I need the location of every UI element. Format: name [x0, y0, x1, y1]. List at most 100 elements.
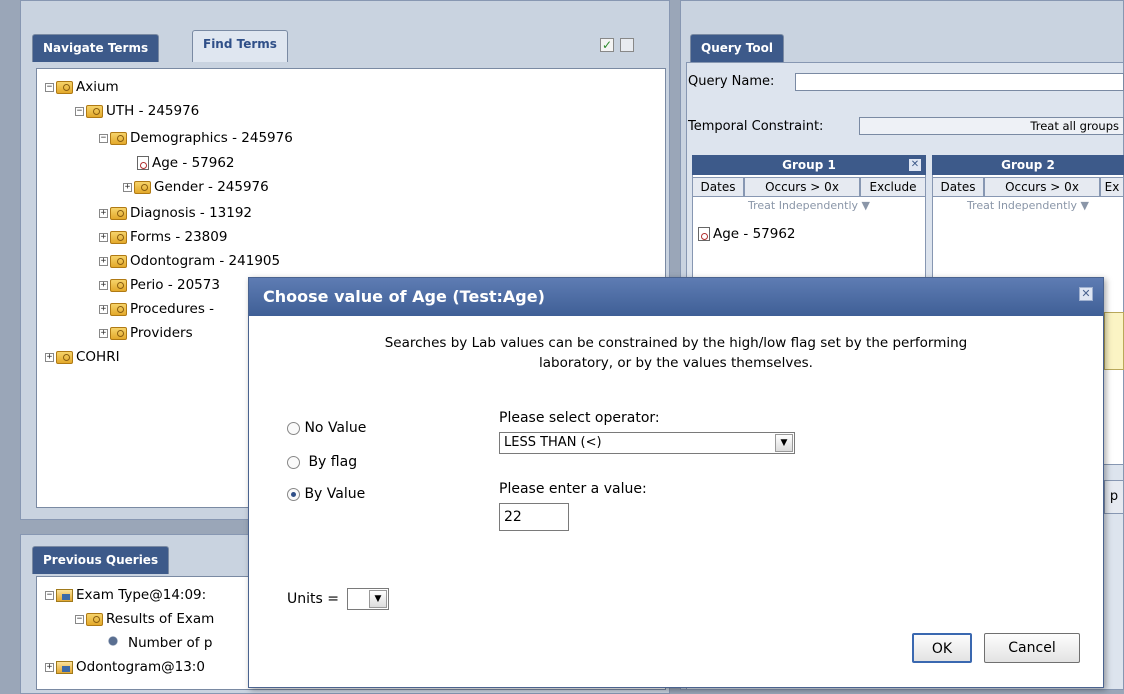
query-icon	[56, 588, 73, 602]
tree-item-axium[interactable]: − Axium	[45, 77, 119, 97]
tree-item-label: Forms - 23809	[130, 229, 228, 245]
group-1-treat-dropdown[interactable]: Treat Independently ▼	[692, 199, 926, 213]
expand-icon[interactable]: +	[99, 208, 108, 218]
choose-value-dialog: Choose value of Age (Test:Age) ✕ Searche…	[248, 277, 1104, 688]
operator-label: Please select operator:	[499, 410, 660, 426]
collapse-icon[interactable]: −	[99, 133, 108, 143]
group-1-dates-button[interactable]: Dates	[692, 177, 744, 197]
group-1-exclude-button[interactable]: Exclude	[860, 177, 926, 197]
chevron-down-icon[interactable]: ▼	[775, 434, 793, 452]
option-by-value-label: By Value	[304, 486, 366, 502]
tab-query-tool[interactable]: Query Tool	[690, 34, 784, 62]
tree-item-label: COHRI	[76, 349, 120, 365]
tree-item-label: UTH - 245976	[106, 103, 200, 119]
expand-icon[interactable]: +	[99, 232, 108, 242]
tree-item-cohri[interactable]: + COHRI	[45, 347, 120, 367]
option-no-value-label: No Value	[304, 420, 367, 436]
query-item-label: Odontogram@13:0	[76, 659, 205, 675]
group-1-title: Group 1	[692, 155, 926, 175]
units-label: Units =	[287, 591, 339, 607]
expand-icon[interactable]: +	[99, 256, 108, 266]
collapse-icon[interactable]: −	[75, 106, 84, 116]
operator-select[interactable]: LESS THAN (<) ▼	[499, 432, 795, 454]
tree-item-label: Procedures -	[130, 301, 215, 317]
query-item-odontogram[interactable]: + Odontogram@13:0	[45, 657, 205, 677]
option-by-flag[interactable]: By flag	[287, 454, 357, 470]
tree-item-demographics[interactable]: − Demographics - 245976	[99, 128, 293, 148]
query-name-label: Query Name:	[688, 74, 775, 89]
collapse-icon[interactable]: −	[45, 590, 54, 600]
query-item-results[interactable]: − Results of Exam	[75, 609, 214, 629]
description-line-1: Searches by Lab values can be constraine…	[384, 335, 968, 351]
radio-by-value[interactable]	[287, 487, 300, 501]
collapse-icon[interactable]: −	[45, 82, 54, 92]
dialog-title: Choose value of Age (Test:Age)	[249, 278, 1103, 316]
expand-icon[interactable]: +	[99, 280, 108, 290]
tab-find-terms[interactable]: Find Terms	[192, 30, 288, 62]
dialog-description: Searches by Lab values can be constraine…	[249, 333, 1103, 373]
folder-icon	[110, 131, 127, 145]
partial-button[interactable]: p	[1104, 480, 1124, 514]
expand-icon[interactable]: +	[99, 328, 108, 338]
group-2-occurs-button[interactable]: Occurs > 0x	[984, 177, 1100, 197]
query-item-number-of-patients[interactable]: Number of p	[107, 633, 212, 653]
query-name-input[interactable]	[795, 73, 1124, 91]
tree-item-diagnosis[interactable]: + Diagnosis - 13192	[99, 203, 252, 223]
group-2-dates-button[interactable]: Dates	[932, 177, 984, 197]
group-2-treat-dropdown[interactable]: Treat Independently ▼	[932, 199, 1124, 213]
query-item-label: Number of p	[128, 635, 213, 651]
cancel-button[interactable]: Cancel	[984, 633, 1080, 663]
tree-item-label: Providers	[130, 325, 193, 341]
tree-item-label: Gender - 245976	[154, 179, 269, 195]
value-input-text: 22	[504, 509, 522, 525]
temporal-constraint-select[interactable]: Treat all groups	[859, 117, 1124, 135]
collapse-icon[interactable]: −	[75, 614, 84, 624]
temporal-constraint-label: Temporal Constraint:	[688, 119, 824, 134]
tree-item-uth[interactable]: − UTH - 245976	[75, 101, 199, 121]
description-line-2: laboratory, or by the values themselves.	[539, 355, 813, 371]
leaf-term-icon	[137, 156, 149, 170]
ok-button[interactable]: OK	[912, 633, 972, 663]
tree-item-label: Odontogram - 241905	[130, 253, 281, 269]
folder-icon	[134, 180, 151, 194]
close-icon[interactable]: ✕	[1079, 287, 1093, 301]
window-icon[interactable]	[620, 38, 634, 52]
tree-item-perio[interactable]: + Perio - 20573	[99, 275, 220, 295]
expand-icon[interactable]: +	[45, 662, 54, 672]
tree-item-forms[interactable]: + Forms - 23809	[99, 227, 227, 247]
tab-navigate-terms[interactable]: Navigate Terms	[32, 34, 160, 62]
patient-count-icon	[107, 636, 125, 650]
group-1-close-icon[interactable]: ✕	[909, 159, 921, 171]
check-icon[interactable]: ✓	[600, 38, 614, 52]
query-item-exam-type[interactable]: − Exam Type@14:09:	[45, 585, 206, 605]
tree-item-label: Axium	[76, 79, 119, 95]
option-no-value[interactable]: No Value	[287, 420, 366, 436]
expand-icon[interactable]: +	[99, 304, 108, 314]
tree-item-label: Demographics - 245976	[130, 130, 293, 146]
value-label: Please enter a value:	[499, 481, 647, 497]
radio-no-value[interactable]	[287, 421, 300, 435]
radio-by-flag[interactable]	[287, 455, 300, 469]
expand-icon[interactable]: +	[45, 352, 54, 362]
value-input[interactable]: 22	[499, 503, 569, 531]
tree-item-age[interactable]: Age - 57962	[137, 153, 235, 173]
tree-item-odontogram[interactable]: + Odontogram - 241905	[99, 251, 280, 271]
group-2-exclude-button[interactable]: Ex	[1100, 177, 1124, 197]
folder-icon	[110, 206, 127, 220]
option-by-flag-label: By flag	[308, 454, 358, 470]
tree-item-providers[interactable]: + Providers	[99, 323, 193, 343]
group-1-occurs-button[interactable]: Occurs > 0x	[744, 177, 860, 197]
group-1-item-age[interactable]: Age - 57962	[698, 226, 796, 242]
folder-icon	[56, 80, 73, 94]
units-select[interactable]: ▼	[347, 588, 389, 610]
expand-icon[interactable]: +	[123, 182, 132, 192]
temporal-constraint-value: Treat all groups	[1030, 119, 1119, 133]
tree-item-gender[interactable]: + Gender - 245976	[123, 177, 269, 197]
query-icon	[56, 660, 73, 674]
leaf-term-icon	[698, 227, 710, 241]
chevron-down-icon[interactable]: ▼	[369, 590, 387, 608]
folder-icon	[110, 302, 127, 316]
option-by-value[interactable]: By Value	[287, 486, 365, 502]
tab-previous-queries[interactable]: Previous Queries	[32, 546, 170, 574]
tree-item-procedures[interactable]: + Procedures -	[99, 299, 214, 319]
